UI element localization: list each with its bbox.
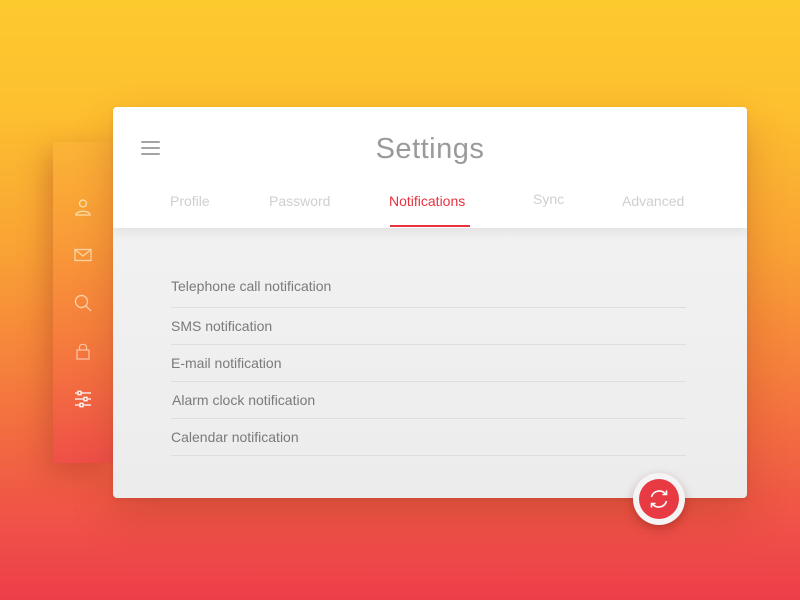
tab-password[interactable]: Password <box>269 193 330 209</box>
tab-notifications[interactable]: Notifications <box>389 193 465 209</box>
mail-icon[interactable] <box>73 245 93 265</box>
list-item-calendar[interactable]: Calendar notification <box>171 419 686 456</box>
lock-icon[interactable] <box>73 341 93 361</box>
list-item-email[interactable]: E-mail notification <box>171 345 686 382</box>
active-tab-indicator <box>390 225 470 227</box>
tab-advanced[interactable]: Advanced <box>622 193 684 209</box>
list-item-telephone-call[interactable]: Telephone call notification <box>171 267 686 308</box>
settings-card: Settings Profile Password Notifications … <box>113 107 747 498</box>
sidebar-rail <box>53 142 113 463</box>
sliders-icon[interactable] <box>73 389 93 409</box>
notification-list: Telephone call notification SMS notifica… <box>171 267 686 456</box>
card-header: Settings Profile Password Notifications … <box>113 107 747 228</box>
tab-sync[interactable]: Sync <box>533 191 564 207</box>
search-icon[interactable] <box>73 293 93 313</box>
page-title: Settings <box>375 133 485 165</box>
sync-button[interactable] <box>633 473 685 525</box>
sync-button-face <box>639 479 679 519</box>
list-item-alarm-clock[interactable]: Alarm clock notification <box>171 382 686 419</box>
list-item-sms[interactable]: SMS notification <box>171 308 686 345</box>
sync-icon <box>650 490 668 508</box>
user-icon[interactable] <box>73 197 93 217</box>
tab-profile[interactable]: Profile <box>170 193 210 209</box>
